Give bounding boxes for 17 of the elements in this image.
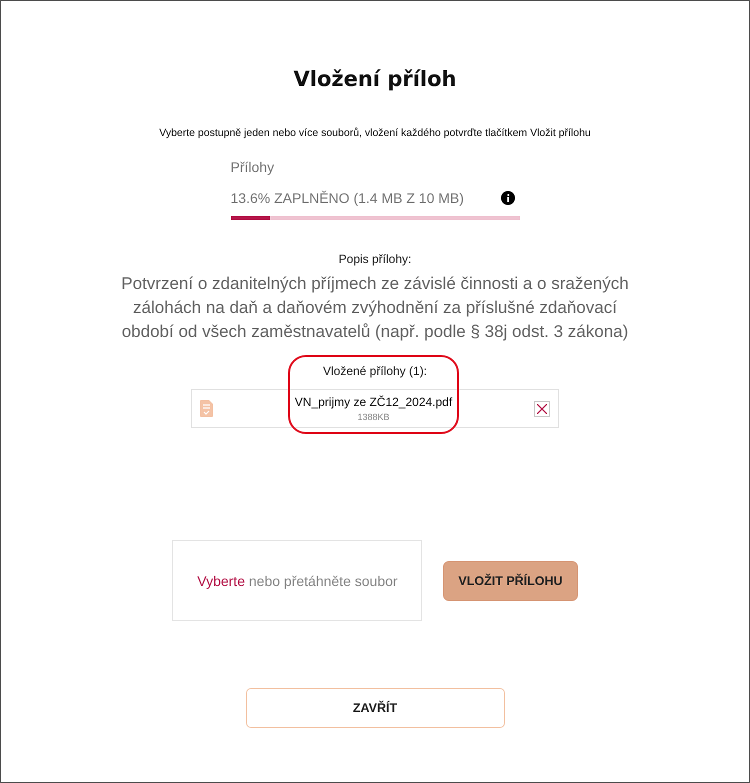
description-text: Potvrzení o zdanitelných příjmech ze závislé činnosti a o sražených zálohách na daň a daňovém zvýhodnění za příslušné zdaňovací období od všech zaměstnavatelů (např. podle § 38j odst. 3 zákona) <box>120 273 630 343</box>
document-icon <box>200 400 213 417</box>
delete-button[interactable] <box>534 400 550 416</box>
drop-zone-text: Vyberte nebo přetáhněte soubor <box>197 572 398 588</box>
file-size: 1388KB <box>357 412 390 422</box>
attachments-heading: Vložené přílohy (1): <box>322 364 428 378</box>
file-name: VN_prijmy ze ZČ12_2024.pdf <box>294 395 452 409</box>
instruction-text: Vyberte postupně jeden nebo více souborů, vložení každého potvrďte tlačítkem Vložit přílohu <box>159 127 591 139</box>
storage-label: Přílohy <box>230 159 276 175</box>
description-label: Popis přílohy: <box>338 252 412 266</box>
storage-reading: 13.6% ZAPLNĚNO (1.4 MB Z 10 MB) <box>230 190 464 206</box>
info-icon[interactable] <box>500 191 514 205</box>
select-file-link[interactable]: Vyberte <box>197 572 245 588</box>
close-button[interactable]: ZAVŘÍT <box>246 688 504 728</box>
insert-attachment-button[interactable]: VLOŽIT PŘÍLOHU <box>443 560 578 600</box>
dialog-title: Vložení příloh <box>294 67 456 91</box>
file-drop-zone[interactable]: Vyberte nebo přetáhněte soubor <box>172 540 422 621</box>
